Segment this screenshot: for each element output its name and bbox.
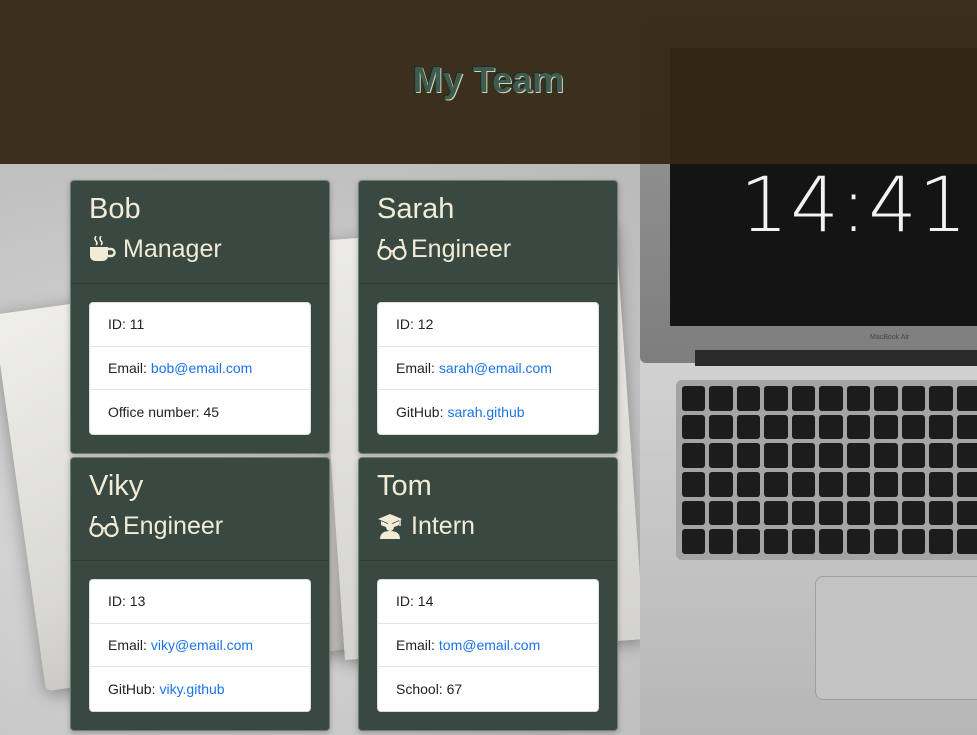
glasses-icon bbox=[89, 513, 119, 539]
card-header: Bob Manager bbox=[71, 181, 329, 284]
role-label: Intern bbox=[411, 512, 475, 540]
member-name: Tom bbox=[377, 470, 432, 502]
id-text: ID: 14 bbox=[396, 593, 434, 610]
card-header: Sarah Engineer bbox=[359, 181, 617, 284]
graduation-cap-icon bbox=[377, 513, 405, 539]
member-role: Manager bbox=[89, 233, 311, 265]
info-office-number: Office number: 45 bbox=[90, 390, 310, 434]
info-list: ID: 14 Email: tom@email.com School: 67 bbox=[377, 579, 599, 712]
coffee-mug-icon bbox=[89, 235, 117, 262]
info-email: Email: viky@email.com bbox=[90, 624, 310, 667]
card-body: ID: 11 Email: bob@email.com Office numbe… bbox=[71, 284, 329, 453]
laptop-hinge bbox=[695, 350, 977, 366]
email-link[interactable]: tom@email.com bbox=[439, 637, 540, 653]
member-name: Viky bbox=[89, 470, 144, 502]
github-link[interactable]: sarah.github bbox=[447, 404, 524, 420]
card-header: Viky Engineer bbox=[71, 458, 329, 561]
email-link[interactable]: bob@email.com bbox=[151, 360, 252, 376]
member-name: Sarah bbox=[377, 193, 455, 225]
email-label: Email: bbox=[396, 636, 435, 653]
info-list: ID: 13 Email: viky@email.com GitHub: vik… bbox=[89, 579, 311, 712]
github-link[interactable]: viky.github bbox=[159, 681, 224, 697]
info-email: Email: bob@email.com bbox=[90, 347, 310, 390]
card-body: ID: 14 Email: tom@email.com School: 67 bbox=[359, 561, 617, 730]
team-card-sarah: Sarah Engineer ID: 12 Email: sarah@email… bbox=[358, 180, 618, 454]
email-label: Email: bbox=[108, 636, 147, 653]
card-body: ID: 13 Email: viky@email.com GitHub: vik… bbox=[71, 561, 329, 730]
info-id: ID: 13 bbox=[90, 580, 310, 624]
role-label: Engineer bbox=[411, 235, 512, 263]
info-email: Email: tom@email.com bbox=[378, 624, 598, 667]
id-text: ID: 11 bbox=[108, 316, 145, 333]
office-number-text: Office number: 45 bbox=[108, 403, 220, 420]
member-name: Bob bbox=[89, 193, 141, 225]
card-header: Tom Intern bbox=[359, 458, 617, 561]
laptop-brand: MacBook Air bbox=[870, 334, 910, 341]
page-title: My Team bbox=[412, 59, 565, 100]
laptop-trackpad bbox=[815, 576, 977, 700]
email-label: Email: bbox=[396, 359, 435, 376]
laptop-keyboard bbox=[676, 380, 977, 560]
info-list: ID: 12 Email: sarah@email.com GitHub: sa… bbox=[377, 302, 599, 435]
github-label: GitHub: bbox=[108, 680, 156, 697]
email-link[interactable]: sarah@email.com bbox=[439, 360, 552, 376]
id-text: ID: 13 bbox=[108, 593, 146, 610]
member-role: Engineer bbox=[377, 233, 599, 265]
page-header: My Team bbox=[0, 0, 977, 164]
glasses-icon bbox=[377, 236, 407, 262]
team-card-tom: Tom Intern ID: 14 Email: tom@email.com S… bbox=[358, 457, 618, 731]
card-body: ID: 12 Email: sarah@email.com GitHub: sa… bbox=[359, 284, 617, 453]
info-email: Email: sarah@email.com bbox=[378, 347, 598, 390]
role-label: Engineer bbox=[123, 512, 224, 540]
info-list: ID: 11 Email: bob@email.com Office numbe… bbox=[89, 302, 311, 435]
laptop-clock: 14:41 bbox=[740, 160, 970, 249]
github-label: GitHub: bbox=[396, 403, 444, 420]
info-id: ID: 12 bbox=[378, 303, 598, 347]
info-school: School: 67 bbox=[378, 667, 598, 711]
info-github: GitHub: viky.github bbox=[90, 667, 310, 711]
team-card-viky: Viky Engineer ID: 13 Email: viky@email.c… bbox=[70, 457, 330, 731]
school-text: School: 67 bbox=[396, 680, 463, 697]
role-label: Manager bbox=[123, 235, 222, 263]
info-id: ID: 14 bbox=[378, 580, 598, 624]
member-role: Intern bbox=[377, 510, 599, 542]
email-label: Email: bbox=[108, 359, 147, 376]
info-github: GitHub: sarah.github bbox=[378, 390, 598, 434]
member-role: Engineer bbox=[89, 510, 311, 542]
email-link[interactable]: viky@email.com bbox=[151, 637, 253, 653]
info-id: ID: 11 bbox=[90, 303, 310, 347]
id-text: ID: 12 bbox=[396, 316, 434, 333]
team-card-bob: Bob Manager ID: 11 Email: bob@email.com bbox=[70, 180, 330, 454]
